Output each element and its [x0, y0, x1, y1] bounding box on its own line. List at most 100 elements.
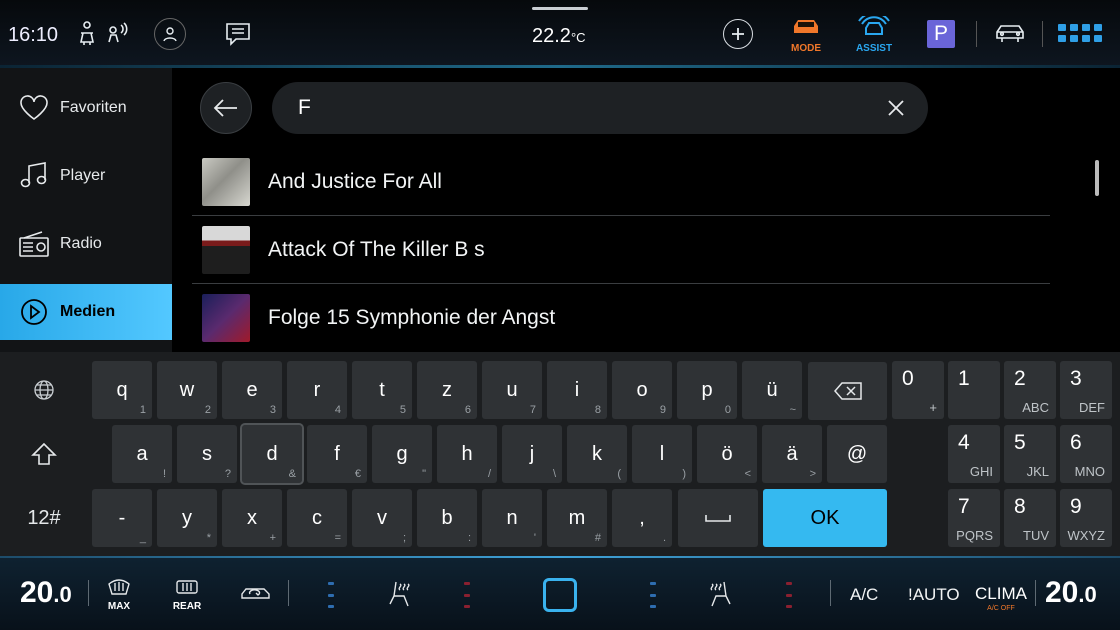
numpad-digit: 9	[1070, 495, 1082, 518]
numpad-key[interactable]: 8 TUV	[1004, 489, 1056, 547]
clima-button[interactable]: CLIMA A/C OFF	[975, 584, 1027, 612]
numpad-key[interactable]: 4 GHI	[948, 425, 1000, 483]
space-key[interactable]	[678, 489, 758, 547]
key[interactable]: e3	[222, 361, 282, 419]
sidebar-item-medien[interactable]: Medien	[0, 284, 172, 340]
right-temperature[interactable]: 20.0	[1045, 576, 1097, 610]
sidebar-item-label: Favoriten	[60, 99, 127, 116]
shift-key[interactable]	[18, 426, 70, 482]
left-temp-value: 20	[20, 576, 54, 609]
key[interactable]: a!	[112, 425, 172, 483]
clear-icon[interactable]	[884, 96, 908, 120]
key[interactable]: r4	[287, 361, 347, 419]
key[interactable]: w2	[157, 361, 217, 419]
key-label: @	[846, 442, 868, 465]
key[interactable]: g "	[372, 425, 432, 483]
plus-icon	[732, 28, 744, 40]
key[interactable]: j \	[502, 425, 562, 483]
key[interactable]: u7	[482, 361, 542, 419]
sidebar-item-radio[interactable]: Radio	[0, 216, 172, 272]
key[interactable]: - _	[92, 489, 152, 547]
key[interactable]: @	[827, 425, 887, 483]
home-button[interactable]	[543, 578, 577, 612]
key-alt-symbol: *	[206, 532, 211, 544]
numpad-key[interactable]: 0 +	[892, 361, 944, 419]
vehicle-icon[interactable]	[994, 20, 1026, 51]
search-input[interactable]	[298, 96, 858, 120]
outside-temperature: 22.2°C	[532, 25, 586, 48]
key[interactable]: o9	[612, 361, 672, 419]
key-label: ä	[786, 442, 798, 465]
backspace-key[interactable]	[808, 362, 887, 420]
key[interactable]: t5	[352, 361, 412, 419]
ok-button[interactable]: OK	[763, 489, 887, 547]
add-button[interactable]	[723, 19, 753, 49]
key[interactable]: b:	[417, 489, 477, 547]
key[interactable]: f €	[307, 425, 367, 483]
scrollbar[interactable]	[1095, 160, 1099, 196]
key[interactable]: z6	[417, 361, 477, 419]
key[interactable]: y *	[157, 489, 217, 547]
numpad-key[interactable]: 9 WXYZ	[1060, 489, 1112, 547]
sidebar-item-player[interactable]: Player	[0, 148, 172, 204]
key-label: p	[701, 378, 713, 401]
key[interactable]: x +	[222, 489, 282, 547]
key[interactable]: n '	[482, 489, 542, 547]
arrow-left-icon	[213, 99, 237, 117]
numpad-key[interactable]: 5 JKL	[1004, 425, 1056, 483]
key-label: ,	[639, 506, 645, 529]
key[interactable]: s?	[177, 425, 237, 483]
numpad-digit: 0	[902, 367, 914, 390]
key[interactable]: i8	[547, 361, 607, 419]
parking-button[interactable]: P	[927, 20, 955, 48]
key[interactable]: ,.	[612, 489, 672, 547]
numpad-key[interactable]: 6 MNO	[1060, 425, 1112, 483]
left-temp-decimal: .0	[53, 582, 72, 607]
numpad-key[interactable]: 2 ABC	[1004, 361, 1056, 419]
list-item[interactable]: And Justice For All	[192, 148, 1050, 216]
key[interactable]: ö <	[697, 425, 757, 483]
auto-button[interactable]: !AUTO	[908, 585, 960, 605]
key[interactable]: ü ~	[742, 361, 802, 419]
back-button[interactable]	[200, 82, 252, 134]
symbols-key[interactable]: 12#	[10, 490, 78, 546]
list-item[interactable]: Attack Of The Killer B s	[192, 216, 1050, 284]
right-seat-ventilation-icon[interactable]	[706, 578, 734, 615]
ac-button[interactable]: A/C	[850, 585, 878, 605]
numpad-key[interactable]: 7 PQRS	[948, 489, 1000, 547]
key[interactable]: q1	[92, 361, 152, 419]
max-defrost-button[interactable]: MAX	[104, 578, 134, 612]
key[interactable]: l)	[632, 425, 692, 483]
drag-handle[interactable]	[532, 7, 588, 10]
mode-button[interactable]: MODE	[786, 16, 826, 54]
key-alt-symbol: =	[334, 532, 341, 544]
divider	[1035, 580, 1036, 606]
list-item[interactable]: Folge 15 Symphonie der Angst	[192, 284, 1050, 352]
language-key[interactable]	[18, 362, 70, 418]
key[interactable]: m #	[547, 489, 607, 547]
sidebar-item-favoriten[interactable]: Favoriten	[0, 80, 172, 136]
result-title: And Justice For All	[268, 169, 442, 193]
key[interactable]: k(	[567, 425, 627, 483]
numpad-key[interactable]: 3 DEF	[1060, 361, 1112, 419]
key-label: q	[116, 378, 128, 401]
numpad-key[interactable]: 1	[948, 361, 1000, 419]
key[interactable]: ä >	[762, 425, 822, 483]
search-field[interactable]	[272, 82, 928, 134]
key[interactable]: d &	[240, 423, 304, 485]
message-icon[interactable]	[224, 20, 252, 53]
key[interactable]: c =	[287, 489, 347, 547]
air-recirculation-icon[interactable]	[240, 584, 272, 609]
app-grid-icon[interactable]	[1058, 24, 1104, 49]
left-seat-ventilation-icon[interactable]	[386, 578, 414, 615]
result-title: Attack Of The Killer B s	[268, 237, 485, 261]
key[interactable]: h /	[437, 425, 497, 483]
rear-defrost-button[interactable]: REAR	[172, 578, 202, 612]
profile-button[interactable]	[154, 18, 186, 50]
left-temperature[interactable]: 20.0	[20, 576, 72, 610]
key[interactable]: v;	[352, 489, 412, 547]
driver-connectivity-icon	[106, 20, 130, 51]
key[interactable]: p0	[677, 361, 737, 419]
assist-button[interactable]: ASSIST	[854, 12, 894, 54]
key-label: b	[441, 506, 453, 529]
